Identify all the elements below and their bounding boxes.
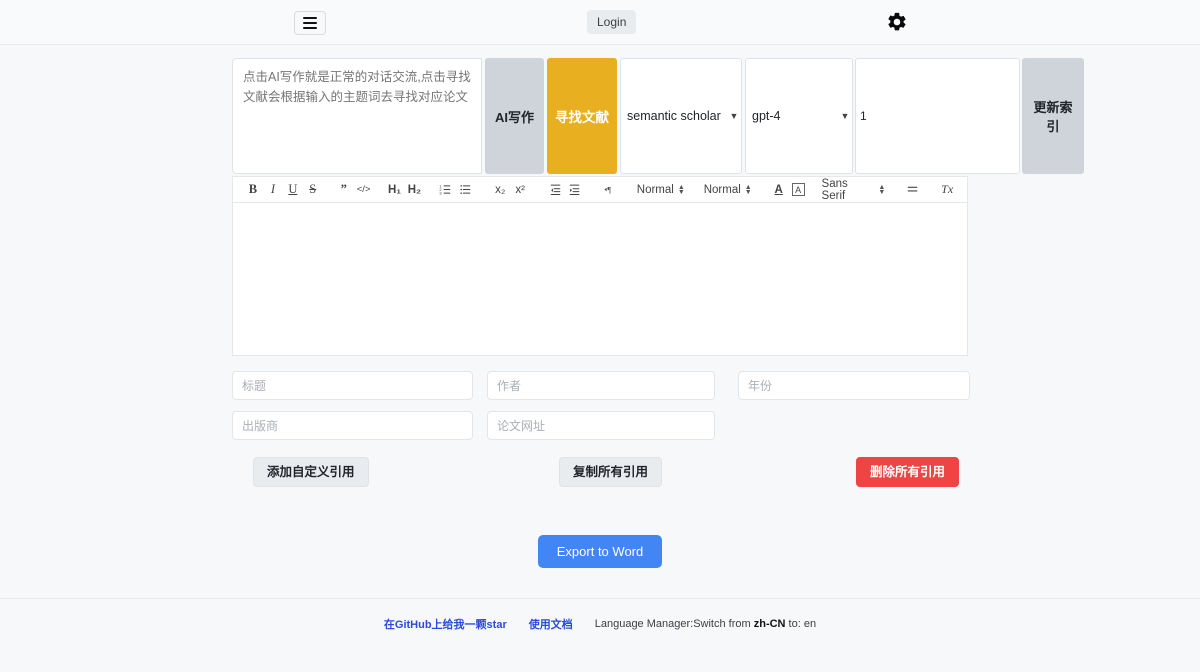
result-count-input[interactable] [855,58,1020,174]
source-select-wrapper[interactable]: semantic scholar ▼ [620,58,742,174]
blockquote-icon[interactable]: ” [334,179,354,201]
updown-icon: ▲ ▼ [878,183,886,196]
settings-button[interactable] [884,9,910,35]
citation-author-input[interactable] [487,371,715,400]
content-container: AI写作 寻找文献 semantic scholar ▼ gpt-4 ▼ 更新索… [232,58,1084,568]
language-current: zh-CN [753,618,786,630]
editor-toolbar: B I U S ” </> H₁ H₂ 123 x₂ x² ¶ Normal ▲… [232,176,968,203]
header-picker[interactable]: Normal ▲ ▼ [704,184,752,196]
citation-row-2 [232,411,968,440]
indent-icon[interactable] [565,179,585,201]
copy-all-citations-button[interactable]: 复制所有引用 [559,457,663,487]
text-direction-icon[interactable]: ¶ [600,179,620,201]
outdent-icon[interactable] [545,179,565,201]
chevron-down-icon: ▼ [840,111,850,121]
language-prefix: Language Manager:Switch from [594,618,754,630]
citation-title-input[interactable] [232,371,473,400]
login-button[interactable]: Login [587,10,637,34]
hamburger-menu-button[interactable] [294,11,326,35]
updown-icon: ▲ ▼ [677,183,685,196]
size-picker[interactable]: Normal ▲ ▼ [637,184,685,196]
list-ordered-icon[interactable]: 123 [435,179,455,201]
font-picker[interactable]: Sans Serif ▲ ▼ [822,178,886,202]
language-target-link[interactable]: en [804,618,816,630]
main-content: AI写作 寻找文献 semantic scholar ▼ gpt-4 ▼ 更新索… [0,45,1200,598]
bold-icon[interactable]: B [243,179,263,201]
clear-format-icon[interactable]: Tx [937,179,957,201]
align-icon[interactable] [902,179,922,201]
citation-url-input[interactable] [487,411,715,440]
citation-year-input[interactable] [738,371,970,400]
svg-text:3: 3 [439,191,442,196]
update-index-button[interactable]: 更新索引 [1022,58,1084,174]
citation-publisher-input[interactable] [232,411,473,440]
code-block-icon[interactable]: </> [354,179,374,201]
language-manager: Language Manager:Switch from zh-CN to: e… [595,618,816,630]
strikethrough-icon[interactable]: S [303,179,323,201]
prompt-input[interactable] [232,58,482,174]
ai-write-button[interactable]: AI写作 [485,58,544,174]
footer-content: 在GitHub上给我一颗star 使用文档 Language Manager:S… [384,616,816,632]
superscript-icon[interactable]: x² [510,179,530,201]
github-star-link[interactable]: 在GitHub上给我一颗star [384,616,507,632]
background-color-icon[interactable]: A [791,183,805,196]
prompt-toolbar-group: AI写作 寻找文献 semantic scholar ▼ gpt-4 ▼ 更新索… [232,58,1084,174]
chevron-down-icon: ▼ [729,111,739,121]
citation-fields [232,371,970,440]
find-literature-button[interactable]: 寻找文献 [547,58,617,174]
app-header: Login [0,0,1200,45]
underline-icon[interactable]: U [283,179,303,201]
page-footer: 在GitHub上给我一颗star 使用文档 Language Manager:S… [0,598,1200,672]
model-select-wrapper[interactable]: gpt-4 ▼ [745,58,853,174]
source-select[interactable]: semantic scholar [621,109,727,123]
hamburger-icon-bar [303,22,317,24]
updown-icon: ▲ ▼ [744,183,752,196]
rich-text-editor: B I U S ” </> H₁ H₂ 123 x₂ x² ¶ Normal ▲… [232,176,968,356]
language-middle: to: [785,618,804,630]
export-section: Export to Word [232,535,968,568]
header-1-icon[interactable]: H₁ [385,179,405,201]
citation-actions: 添加自定义引用 复制所有引用 删除所有引用 [232,457,968,487]
documentation-link[interactable]: 使用文档 [529,616,573,632]
export-to-word-button[interactable]: Export to Word [537,535,663,568]
svg-text:¶: ¶ [608,185,612,194]
citation-row-1 [232,371,970,400]
gear-icon [888,12,906,31]
delete-all-citations-button[interactable]: 删除所有引用 [856,457,960,487]
add-custom-citation-button[interactable]: 添加自定义引用 [253,457,369,487]
italic-icon[interactable]: I [263,179,283,201]
font-color-icon[interactable]: A [769,179,789,201]
model-select[interactable]: gpt-4 [746,109,838,123]
editor-content[interactable] [232,203,968,356]
header-2-icon[interactable]: H₂ [405,179,425,201]
list-bullet-icon[interactable] [455,179,475,201]
hamburger-icon-bar [303,17,317,19]
subscript-icon[interactable]: x₂ [490,179,510,201]
hamburger-icon-bar [303,27,317,29]
